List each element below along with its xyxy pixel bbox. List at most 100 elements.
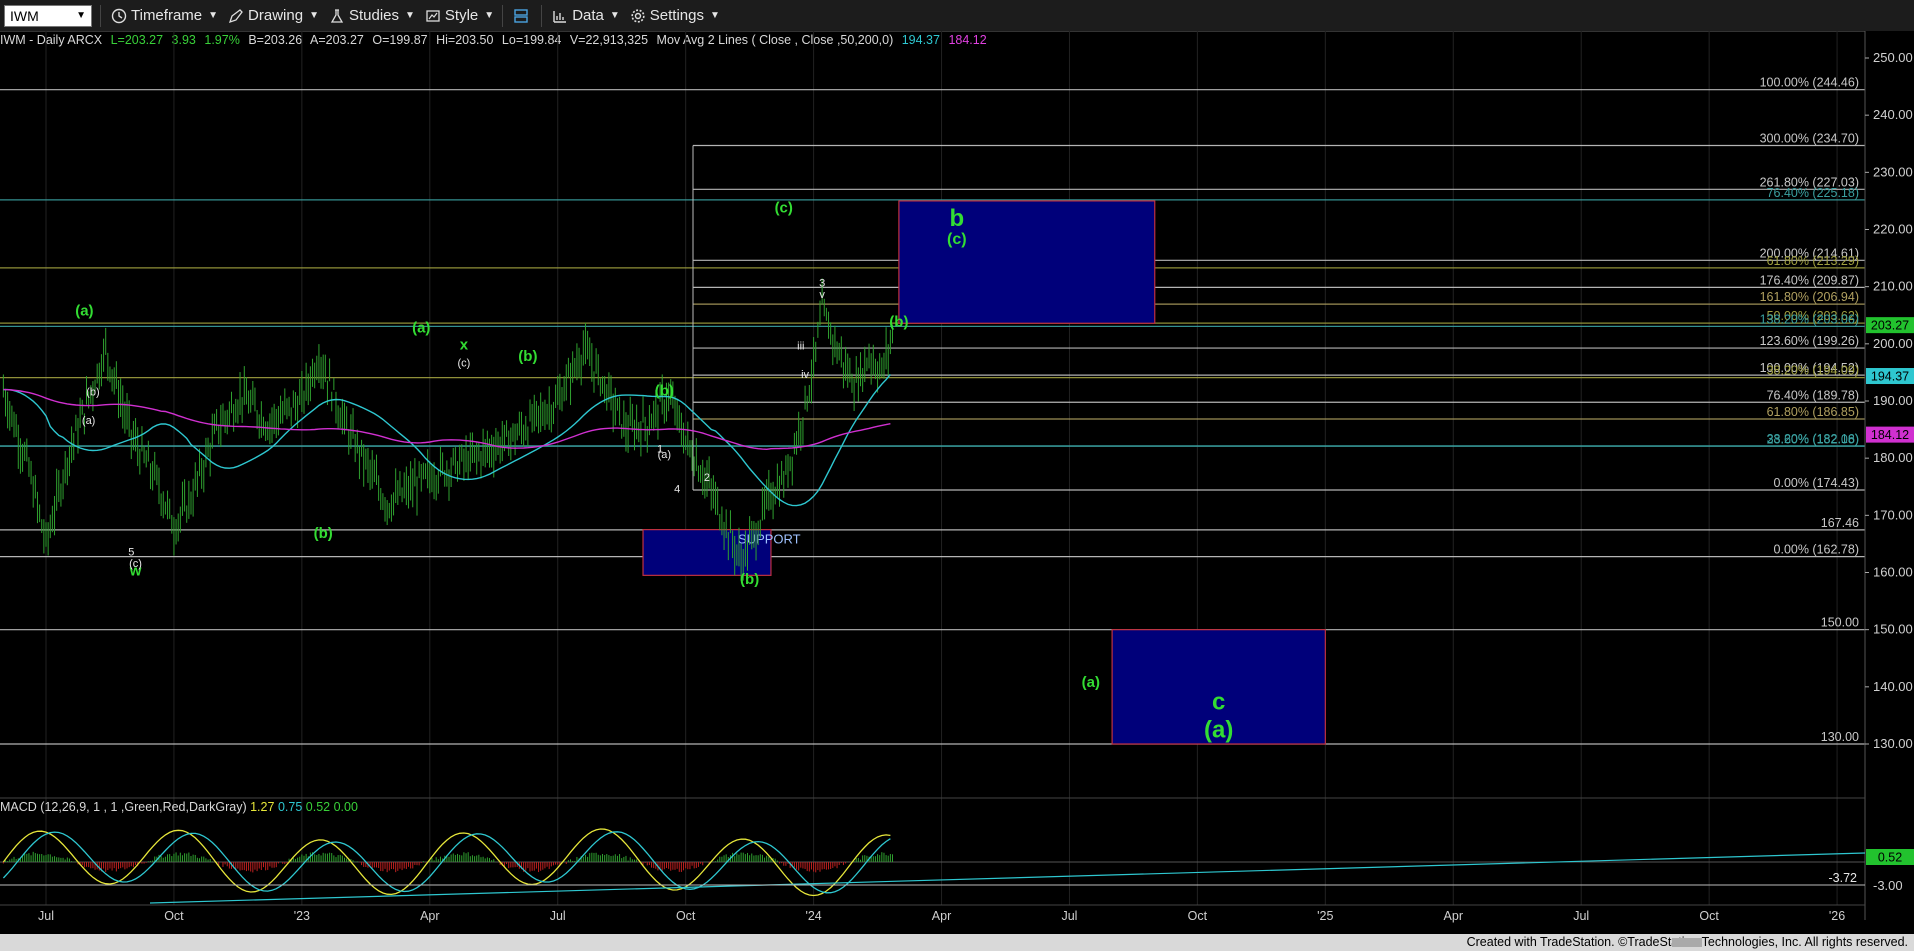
fib-level-label: 123.60% (199.26) — [1760, 334, 1859, 348]
timeframe-menu[interactable]: Timeframe ▼ — [111, 7, 218, 24]
gear-icon — [631, 8, 645, 23]
fib-level-label: 200.00% (214.61) — [1760, 246, 1859, 260]
wave-label: w — [129, 562, 142, 579]
wave-label: 3 — [819, 278, 825, 290]
chevron-down-icon[interactable]: ▼ — [76, 10, 86, 21]
style-icon — [426, 9, 440, 22]
macd-hist-value: 0.52 — [305, 800, 331, 814]
x-tick-label: Jul — [1061, 909, 1077, 923]
footer: Created with TradeStation. ©TradeStation… — [0, 934, 1914, 951]
flask-icon — [330, 8, 344, 23]
price-badge-label: 194.37 — [1871, 370, 1909, 384]
bid-price: B=203.26 — [248, 33, 303, 47]
fib-level-label: 0.00% (174.43) — [1774, 476, 1859, 490]
y-tick-label: 180.00 — [1873, 450, 1913, 465]
net-change-pct: 1.97% — [204, 33, 240, 47]
fib-level-label: 167.46 — [1821, 516, 1859, 530]
grid-lines — [45, 31, 1838, 905]
fib-level-label: 176.40% (209.87) — [1760, 273, 1859, 287]
caret-down-icon: ▼ — [484, 10, 495, 21]
caret-down-icon: ▼ — [609, 10, 620, 21]
caret-down-icon: ▼ — [309, 10, 319, 21]
caret-down-icon: ▼ — [208, 10, 219, 21]
fib-level-label: 23.60% (182.08) — [1767, 432, 1859, 446]
horizontal-scrollbar[interactable] — [1672, 938, 1702, 947]
fib-level-label: 130.00 — [1821, 730, 1859, 744]
wave-labels: (a)awx(b)(b)(b)(a)(b)(c)(a)(b)(c)(b)(a)(… — [75, 199, 1100, 690]
y-tick-label: 170.00 — [1873, 507, 1913, 522]
macd-badge-label: 0.52 — [1878, 851, 1902, 865]
macd-line — [2, 828, 891, 897]
ma50-value: 194.37 — [901, 33, 940, 47]
x-tick-label: Jul — [38, 909, 54, 923]
symbol-input[interactable]: IWM ▼ — [4, 4, 92, 27]
price-badge — [1866, 317, 1914, 334]
studies-label: Studies — [348, 7, 400, 24]
axis-background — [1865, 31, 1914, 934]
y-tick-label: 150.00 — [1873, 622, 1913, 637]
low-price: Lo=199.84 — [501, 33, 562, 47]
macd-info: MACD (12,26,9, 1 , 1 ,Green,Red,DarkGray… — [0, 800, 358, 814]
time-axis: Jul Oct '23 Apr Jul Oct '24 Apr Jul Oct '25 Apr Jul O… — [0, 904, 1865, 923]
fib-level-label: 138.20% (203.06) — [1760, 312, 1859, 326]
macd-value: 1.27 — [250, 800, 275, 814]
high-price: Hi=203.50 — [436, 33, 494, 47]
macd-signal-line — [2, 831, 891, 894]
fib-level-label: 300.00% (234.70) — [1760, 131, 1859, 145]
macd-trendline — [149, 852, 1866, 904]
price-badge-label: 203.27 — [1871, 319, 1909, 333]
fib-level-label: 76.40% (189.78) — [1767, 388, 1859, 402]
wave-label: (b) — [86, 386, 99, 398]
wave-label: (a) — [75, 302, 93, 319]
x-tick-label: Apr — [1444, 909, 1463, 923]
y-tick-label: 220.00 — [1873, 222, 1913, 237]
wave-label: iv — [801, 369, 809, 381]
fib-levels: 100.00% (244.46)300.00% (234.70)261.80% … — [0, 76, 1865, 745]
y-tick-label: 210.00 — [1873, 279, 1913, 294]
layout-button[interactable] — [513, 8, 533, 24]
fib-level-label: 38.20% (182.16) — [1767, 432, 1859, 446]
study-label: Mov Avg 2 Lines ( Close , Close ,50,200,… — [656, 33, 894, 47]
open-price: O=199.87 — [372, 33, 428, 47]
macd-badge — [1866, 849, 1914, 865]
last-price: L=203.27 — [110, 33, 164, 47]
fib-level-label: 100.00% (194.52) — [1760, 361, 1859, 375]
fib-level-label: 150.00 — [1821, 616, 1859, 630]
ma200-line — [3, 388, 891, 451]
net-change: 3.93 — [171, 33, 196, 47]
x-tick-label: Apr — [932, 909, 951, 923]
drawing-label: Drawing — [248, 7, 304, 24]
wave-label: 2 — [704, 472, 710, 484]
wave-label: (b) — [518, 348, 537, 365]
fib-level-label: 38.20% (194.09) — [1767, 364, 1859, 378]
wave-label: iii — [797, 341, 804, 353]
y-tick-label: 230.00 — [1873, 164, 1913, 179]
x-tick-label: Oct — [1699, 909, 1719, 923]
macd-zero-value: 0.00 — [333, 800, 358, 814]
fib-level-label: 61.80% (186.85) — [1767, 405, 1859, 419]
target-boxes: b(c)SUPPORTc(a) — [642, 200, 1326, 745]
wave-label: 4 — [674, 483, 680, 495]
settings-menu[interactable]: Settings ▼ — [630, 7, 720, 24]
macd-level-label: -3.72 — [1829, 871, 1858, 885]
price-badge — [1866, 426, 1914, 443]
studies-menu[interactable]: Studies ▼ — [329, 7, 415, 24]
price-badge-label: 184.12 — [1871, 428, 1909, 442]
layout-icon — [514, 8, 528, 23]
toolbar-divider — [100, 4, 101, 27]
data-menu[interactable]: Data ▼ — [552, 7, 620, 24]
clock-icon — [111, 8, 127, 23]
ma50-line — [3, 373, 891, 507]
bar-chart-icon — [553, 10, 567, 23]
x-tick-label: Jul — [550, 909, 566, 923]
style-menu[interactable]: Style ▼ — [425, 7, 494, 24]
fib-level-label: 76.40% (225.18) — [1767, 186, 1859, 200]
macd-tick-label: -3.00 — [1873, 878, 1903, 893]
wave-label: (c) — [775, 199, 793, 216]
fib-level-label: 61.80% (213.29) — [1767, 254, 1859, 268]
ma200-value: 184.12 — [948, 33, 987, 47]
x-tick-label: '24 — [805, 909, 821, 923]
drawing-menu[interactable]: Drawing ▼ — [228, 7, 319, 24]
wave-label: 1 — [657, 443, 663, 455]
wave-label: (b) — [889, 314, 908, 331]
